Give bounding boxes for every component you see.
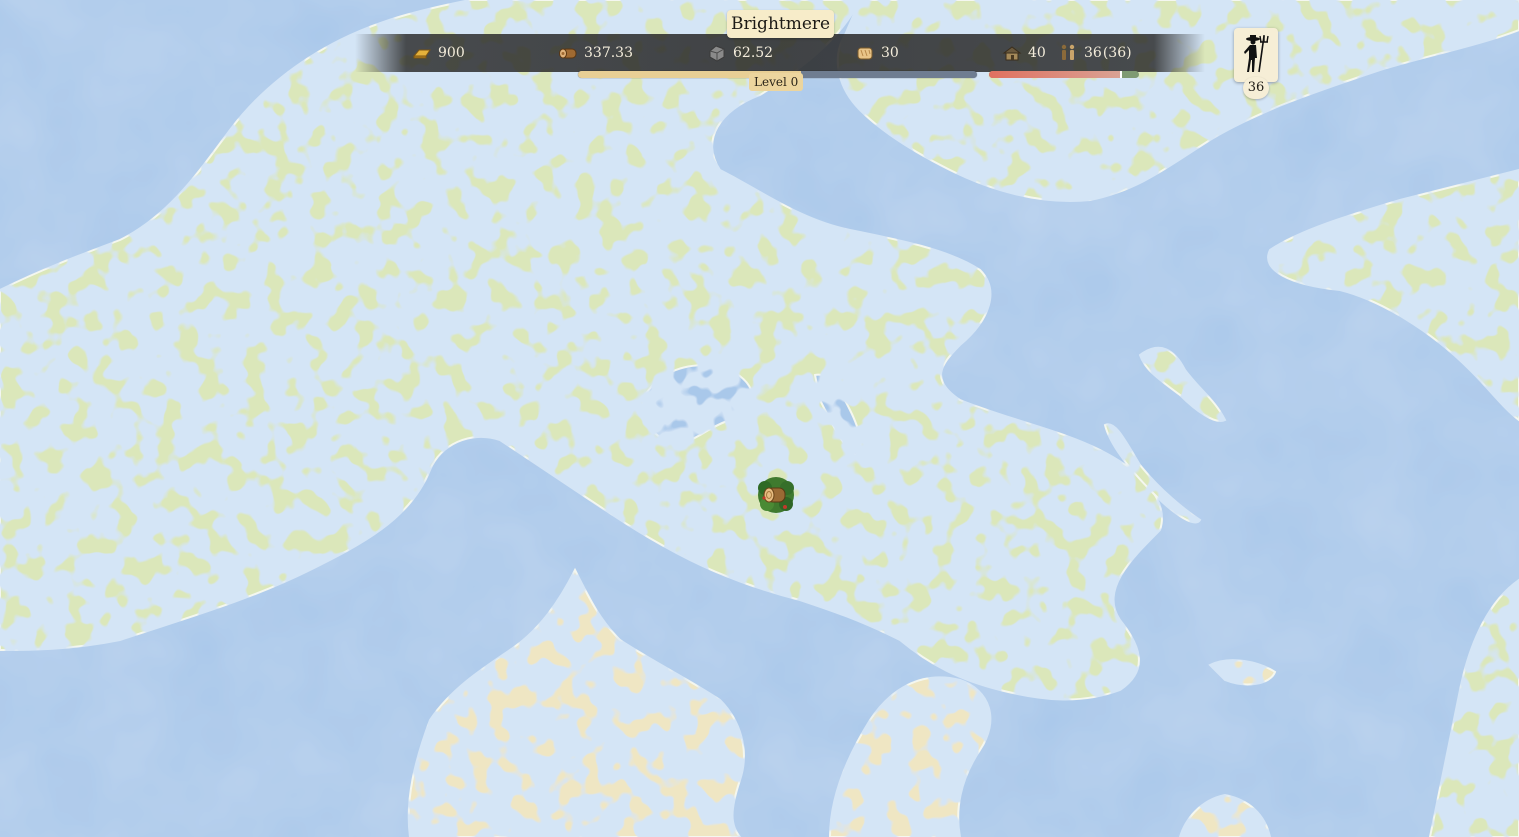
level-label: Level 0 [749, 73, 804, 91]
bread-icon [855, 43, 875, 63]
population-marker [1120, 71, 1122, 78]
city-name-label[interactable]: Brightmere [727, 10, 835, 38]
gold-value: 900 [438, 45, 465, 61]
food-resource[interactable]: 30 [855, 34, 899, 72]
population-resource[interactable]: 36 (36) [1058, 34, 1132, 72]
world-map[interactable] [0, 0, 1519, 837]
resource-bar: 900 337.33 62.52 30 40 36 (36) [355, 34, 1205, 72]
workers-button[interactable] [1234, 28, 1278, 82]
stone-resource[interactable]: 62.52 [707, 34, 773, 72]
house-icon [1002, 43, 1022, 63]
population-capacity: (36) [1102, 45, 1132, 61]
food-value: 30 [881, 45, 899, 61]
workers-count-badge: 36 [1243, 77, 1269, 99]
gold-bar-icon [412, 43, 432, 63]
stone-icon [707, 43, 727, 63]
wood-value: 337.33 [584, 45, 633, 61]
housing-resource[interactable]: 40 [1002, 34, 1046, 72]
population-progress-bar [989, 71, 1139, 78]
wood-resource[interactable]: 337.33 [558, 34, 633, 72]
lumber-camp-icon [755, 477, 797, 520]
population-value: 36 [1084, 45, 1102, 61]
stone-value: 62.52 [733, 45, 774, 61]
villagers-icon [1058, 43, 1078, 63]
wood-log-icon [558, 43, 578, 63]
population-progress-fill [989, 71, 1121, 78]
lumber-camp-marker[interactable] [755, 474, 797, 516]
farmer-pitchfork-icon [1240, 32, 1272, 78]
gold-resource[interactable]: 900 [412, 34, 465, 72]
housing-value: 40 [1028, 45, 1046, 61]
